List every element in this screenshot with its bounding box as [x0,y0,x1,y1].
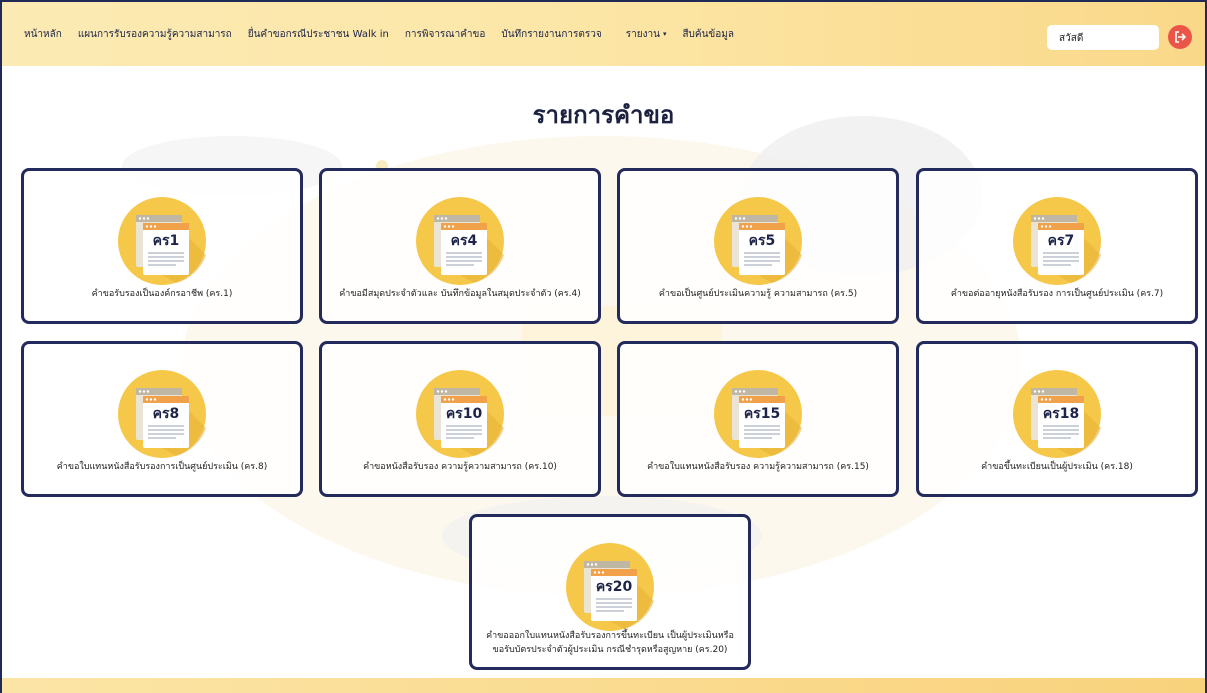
card-code: คร8 [153,406,180,422]
document-window-icon: คร1 [114,193,210,289]
request-card[interactable]: คร15 คำขอใบแทนหนังสือรับรอง ความรู้ความส… [617,341,899,497]
nav-walk-in-request[interactable]: ยื่นคำขอกรณีประชาชน Walk in [248,27,389,42]
nav-home[interactable]: หน้าหลัก [24,27,62,42]
card-label: คำขอหนังสือรับรอง ความรู้ความสามารถ (คร.… [363,462,557,472]
document-window-icon: คร10 [412,366,508,462]
nav-inspection-report[interactable]: บันทึกรายงานการตรวจ [501,27,601,42]
nav-certification-plan[interactable]: แผนการรับรองความรู้ความสามารถ [78,27,232,42]
nav-request-review[interactable]: การพิจารณาคำขอ [405,27,486,42]
request-card[interactable]: คร1 คำขอรับรองเป็นองค์กรอาชีพ (คร.1) [21,168,303,324]
card-label: คำขอเป็นศูนย์ประเมินความรู้ ความสามารถ (… [658,289,858,299]
logout-button[interactable] [1168,25,1192,49]
request-card[interactable]: คร5 คำขอเป็นศูนย์ประเมินความรู้ ความสามา… [617,168,899,324]
card-label: คำขอมีสมุดประจำตัวและ บันทึกข้อมูลในสมุด… [339,289,581,299]
card-code: คร15 [744,406,780,422]
document-window-icon: คร20 [562,539,658,635]
card-code: คร7 [1048,233,1075,249]
card-label: คำขอใบแทนหนังสือรับรอง ความรู้ความสามารถ… [647,462,869,472]
nav-reports-dropdown[interactable]: รายงาน ▾ [626,27,667,42]
request-card[interactable]: คร10 คำขอหนังสือรับรอง ความรู้ความสามารถ… [319,341,601,497]
chevron-down-icon: ▾ [662,30,667,38]
page-title: รายการคำขอ [532,101,675,129]
card-code: คร4 [451,233,478,249]
document-window-icon: คร5 [710,193,806,289]
document-window-icon: คร15 [710,366,806,462]
document-window-icon: คร8 [114,366,210,462]
nav-search-data[interactable]: สืบค้นข้อมูล [682,27,734,42]
card-code: คร20 [596,579,633,595]
card-code: คร1 [153,233,180,249]
document-window-icon: คร7 [1009,193,1105,289]
nav-links: หน้าหลัก แผนการรับรองความรู้ความสามารถ ย… [2,27,750,42]
request-card[interactable]: คร4 คำขอมีสมุดประจำตัวและ บันทึกข้อมูลใน… [319,168,601,324]
document-window-icon: คร4 [412,193,508,289]
card-label: คำขอต่ออายุหนังสือรับรอง การเป็นศูนย์ประ… [950,289,1164,299]
card-label: คำขอใบแทนหนังสือรับรองการเป็นศูนย์ประเมิ… [56,462,268,472]
top-navbar: หน้าหลัก แผนการรับรองความรู้ความสามารถ ย… [2,2,1205,66]
logout-icon [1175,31,1187,43]
card-label: คำขอขึ้นทะเบียนเป็นผู้ประเมิน (คร.18) [981,462,1133,472]
card-label: คำขอออกใบแทนหนังสือรับรองการขึ้นทะเบียน … [486,631,734,655]
request-card[interactable]: คร18 คำขอขึ้นทะเบียนเป็นผู้ประเมิน (คร.1… [916,341,1198,497]
user-greeting: สวัสดี [1047,25,1159,50]
request-card[interactable]: คร7 คำขอต่ออายุหนังสือรับรอง การเป็นศูนย… [916,168,1198,324]
request-card[interactable]: คร20 คำขอออกใบแทนหนังสือรับรองการขึ้นทะเ… [469,514,751,670]
document-window-icon: คร18 [1009,366,1105,462]
card-code: คร18 [1043,406,1079,422]
footer-bar [2,678,1205,693]
card-label: คำขอรับรองเป็นองค์กรอาชีพ (คร.1) [91,289,233,299]
request-card[interactable]: คร8 คำขอใบแทนหนังสือรับรองการเป็นศูนย์ปร… [21,341,303,497]
card-code: คร10 [446,406,483,422]
nav-reports-label: รายงาน [625,28,660,40]
card-code: คร5 [749,233,776,249]
